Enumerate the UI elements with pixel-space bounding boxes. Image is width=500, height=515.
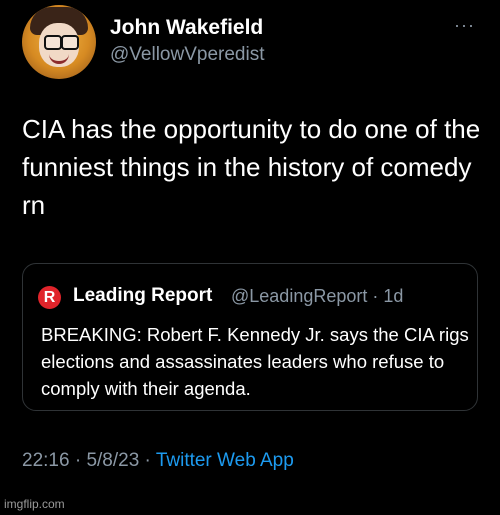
tweet-date[interactable]: 5/8/23 [86,450,139,471]
imgflip-watermark: imgflip.com [4,497,65,511]
quoted-author-name[interactable]: Leading Report [73,285,212,307]
meta-separator: · [139,450,156,471]
more-icon[interactable]: ··· [454,15,475,36]
tweet-time[interactable]: 22:16 [22,450,70,471]
meta-separator: · [69,450,87,471]
quoted-author-handle[interactable]: @LeadingReport · 1d [231,286,403,307]
tweet-meta: 22:16 · 5/8/23 · Twitter Web App [22,450,294,472]
author-handle[interactable]: @VellowVperedist [110,44,264,66]
avatar[interactable] [22,5,96,79]
quoted-tweet[interactable]: R Leading Report @LeadingReport · 1d BRE… [22,263,478,411]
tweet-source-link[interactable]: Twitter Web App [156,450,294,471]
avatar-glasses-right [61,35,79,50]
leading-report-logo-icon: R [38,286,61,309]
tweet-text: CIA has the opportunity to do one of the… [22,114,481,220]
author-name[interactable]: John Wakefield [110,16,263,40]
avatar-glasses-left [44,35,62,50]
quoted-tweet-text: BREAKING: Robert F. Kennedy Jr. says the… [41,324,469,399]
